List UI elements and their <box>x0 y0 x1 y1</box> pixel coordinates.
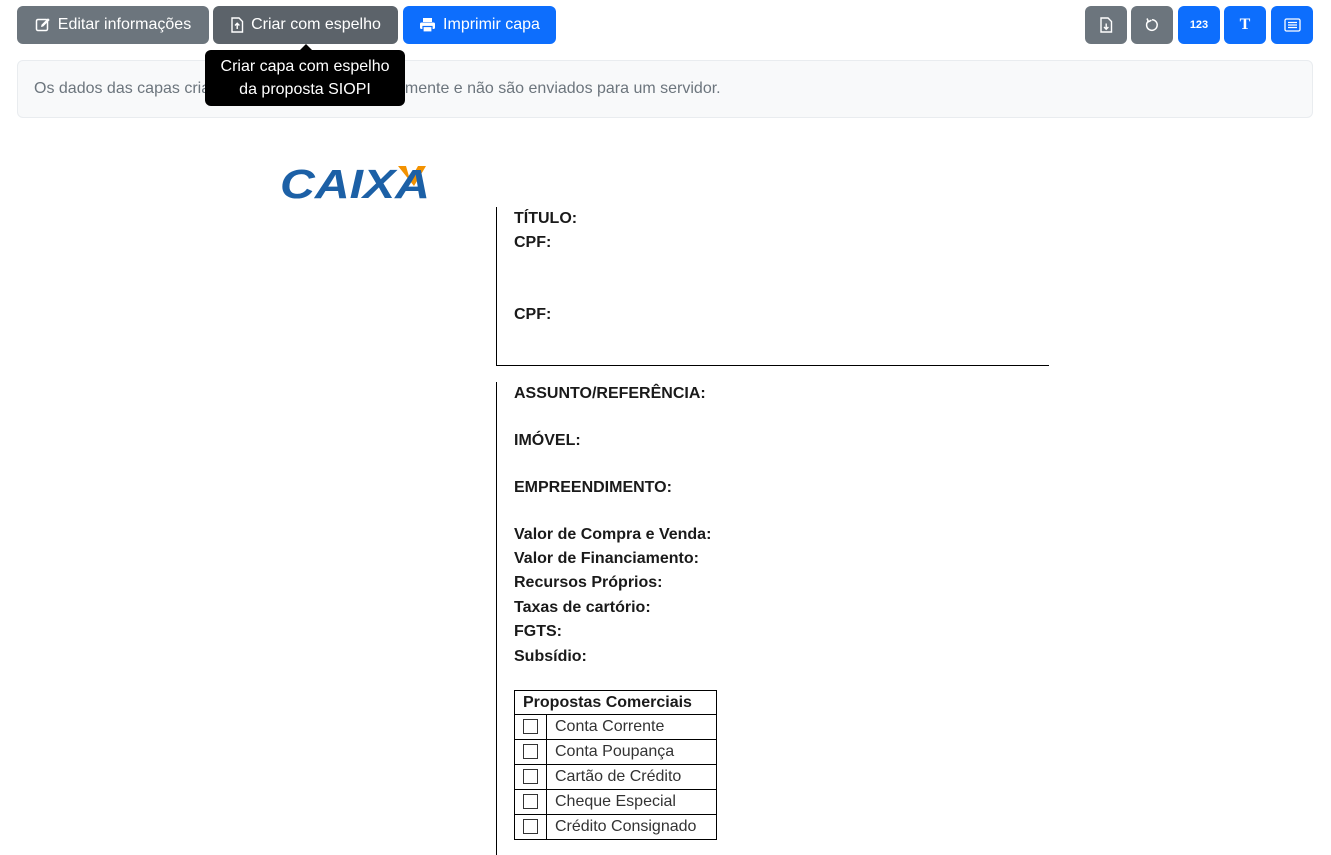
edit-icon <box>35 18 50 32</box>
titulo-label: TÍTULO: <box>514 210 578 227</box>
proposal-name: Conta Poupança <box>546 739 717 765</box>
valor-compra-label: Valor de Compra e Venda: <box>514 526 712 543</box>
proposal-name: Cartão de Crédito <box>546 764 717 790</box>
proposal-name: Cheque Especial <box>546 789 717 815</box>
create-mirror-button[interactable]: Criar com espelho <box>213 6 398 44</box>
create-mirror-label: Criar com espelho <box>251 16 381 33</box>
taxas-cartorio-label: Taxas de cartório: <box>514 599 651 616</box>
print-cover-button[interactable]: Imprimir capa <box>403 6 556 44</box>
proposal-checkbox-cell[interactable] <box>514 714 547 740</box>
proposal-row: Cartão de Crédito <box>514 764 717 790</box>
proposal-checkbox-cell[interactable] <box>514 739 547 765</box>
list-icon <box>1283 18 1301 32</box>
imovel-label: IMÓVEL: <box>514 432 581 449</box>
reset-button[interactable] <box>1131 6 1173 44</box>
checkbox-icon[interactable] <box>523 769 538 785</box>
caixa-logo-text: CAIXA <box>280 161 430 202</box>
text-icon: T <box>1239 16 1251 33</box>
print-cover-label: Imprimir capa <box>443 16 540 33</box>
proposal-row: Crédito Consignado <box>514 814 717 840</box>
recursos-proprios-label: Recursos Próprios: <box>514 574 663 591</box>
proposal-checkbox-cell[interactable] <box>514 764 547 790</box>
fgts-label: FGTS: <box>514 623 562 640</box>
empreendimento-label: EMPREENDIMENTO: <box>514 479 672 496</box>
proposals-table: Propostas Comerciais Conta Corrente Cont… <box>514 690 717 840</box>
checkbox-icon[interactable] <box>523 719 538 735</box>
proposals-header: Propostas Comerciais <box>514 690 717 715</box>
printer-icon <box>420 18 436 33</box>
tooltip-line-2: da proposta SIOPI <box>239 81 371 98</box>
checkbox-icon[interactable] <box>523 794 538 810</box>
cpf-label-2: CPF: <box>514 306 552 323</box>
proposal-checkbox-cell[interactable] <box>514 789 547 815</box>
numbers-button[interactable]: 123 <box>1178 6 1220 44</box>
list-view-button[interactable] <box>1271 6 1313 44</box>
proposal-name: Conta Corrente <box>546 714 717 740</box>
proposal-row: Conta Poupança <box>514 739 717 765</box>
cpf-label-1: CPF: <box>514 234 552 251</box>
caixa-logo: CAIXA <box>280 160 432 207</box>
assunto-label: ASSUNTO/REFERÊNCIA: <box>514 385 706 402</box>
cover-header-block: TÍTULO: CPF: CPF: <box>496 207 1049 366</box>
numbers-icon: 123 <box>1189 19 1209 31</box>
edit-info-button[interactable]: Editar informações <box>17 6 209 44</box>
edit-info-label: Editar informações <box>57 16 192 33</box>
toolbar: Editar informações Criar com espelho Imp… <box>17 6 1313 44</box>
text-button[interactable]: T <box>1224 6 1266 44</box>
proposal-checkbox-cell[interactable] <box>514 814 547 840</box>
file-download-icon <box>1100 17 1113 33</box>
tooltip: Criar capa com espelho da proposta SIOPI <box>205 50 405 106</box>
cover-details-block: ASSUNTO/REFERÊNCIA: IMÓVEL: EMPREENDIMEN… <box>496 382 1049 855</box>
valor-financiamento-label: Valor de Financiamento: <box>514 550 699 567</box>
tooltip-line-1: Criar capa com espelho <box>220 58 390 75</box>
subsidio-label: Subsídio: <box>514 648 587 665</box>
checkbox-icon[interactable] <box>523 744 538 760</box>
file-upload-icon <box>231 17 244 33</box>
download-file-button[interactable] <box>1085 6 1127 44</box>
proposal-name: Crédito Consignado <box>546 814 717 840</box>
checkbox-icon[interactable] <box>523 819 538 835</box>
proposal-row: Cheque Especial <box>514 789 717 815</box>
proposal-row: Conta Corrente <box>514 714 717 740</box>
reset-icon <box>1145 18 1158 32</box>
